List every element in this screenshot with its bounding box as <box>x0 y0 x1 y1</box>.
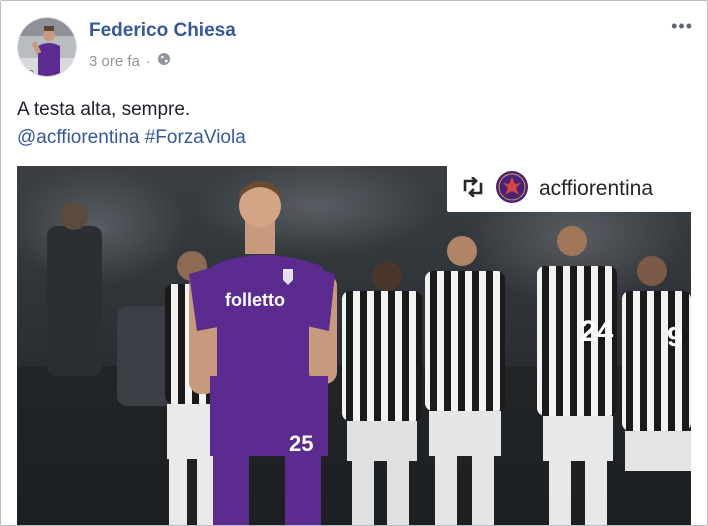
photo-scene: 24 9 folletto 25 <box>17 166 691 525</box>
meta-separator: · <box>145 52 151 70</box>
globe-icon[interactable] <box>157 52 171 70</box>
author-name[interactable]: Federico Chiesa <box>89 20 236 42</box>
repost-handle: acffiorentina <box>539 177 654 200</box>
post-text-tags: @acffiorentina #ForzaViola <box>17 124 246 152</box>
hashtag-link[interactable]: #ForzaViola <box>145 127 246 148</box>
post-card: 1 O LA Federico Chiesa 3 ore fa · ••• A … <box>0 0 708 526</box>
repost-icon <box>461 175 485 202</box>
shirt-number: 25 <box>289 431 313 456</box>
opponent-number-1: 24 <box>580 315 614 348</box>
post-timestamp[interactable]: 3 ore fa <box>89 53 140 70</box>
shirt-sponsor: folletto <box>225 290 285 310</box>
more-options-icon[interactable]: ••• <box>671 17 693 35</box>
post-meta: 3 ore fa · <box>89 52 171 70</box>
svg-text:LA: LA <box>64 69 74 77</box>
post-text: A testa alta, sempre. @acffiorentina #Fo… <box>17 96 246 152</box>
fiorentina-logo <box>495 170 529 209</box>
post-text-line: A testa alta, sempre. <box>17 99 191 120</box>
author-avatar[interactable]: 1 O LA <box>17 17 77 77</box>
repost-badge: acffiorentina <box>447 166 691 212</box>
post-photo[interactable]: 24 9 folletto 25 acffiorentina <box>17 166 691 525</box>
svg-text:1 O: 1 O <box>21 69 34 77</box>
opponent-number-2: 9 <box>667 321 683 352</box>
mention-link[interactable]: @acffiorentina <box>17 127 139 148</box>
